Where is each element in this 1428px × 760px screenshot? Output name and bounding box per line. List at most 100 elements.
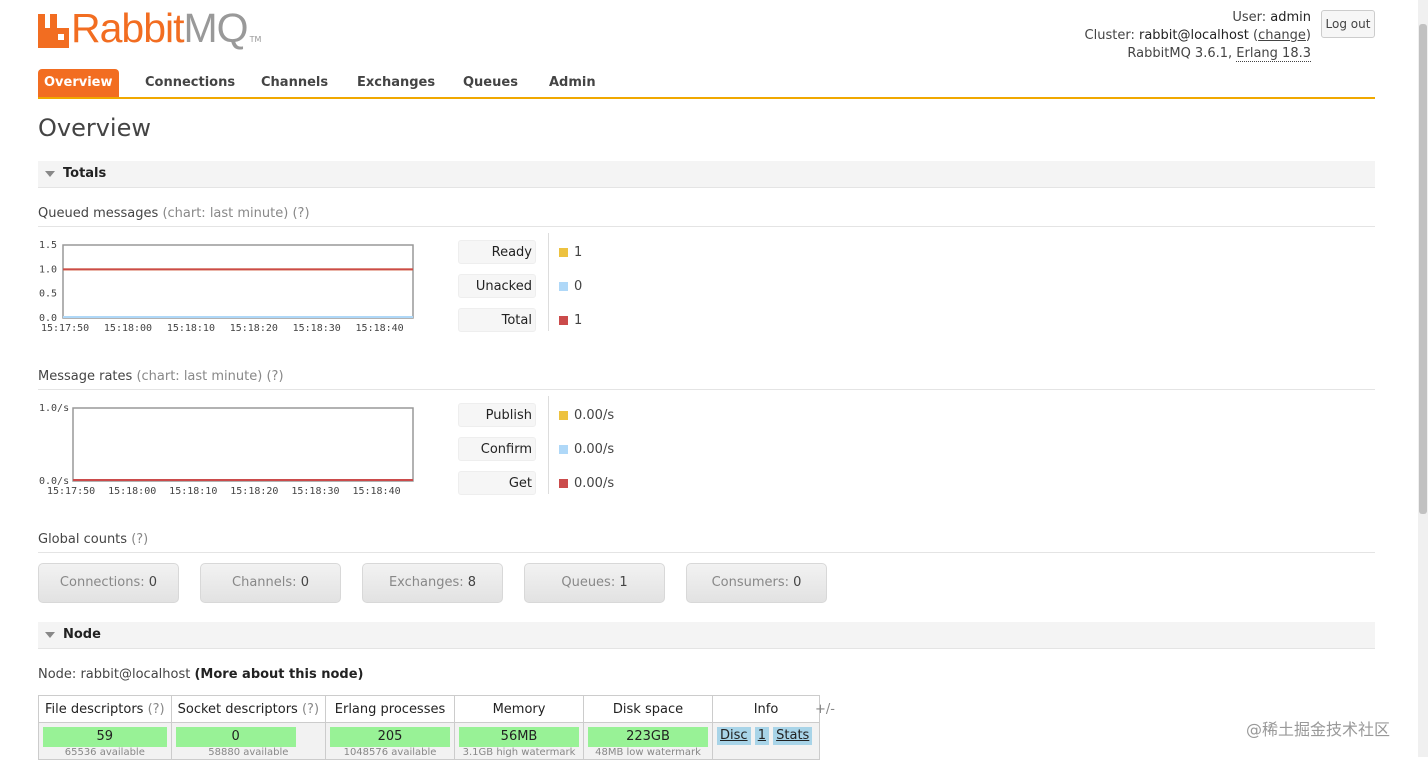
logo-rabbit-text: Rabbit <box>71 5 185 51</box>
scrollbar[interactable] <box>1418 0 1428 757</box>
queued-messages-note: (chart: last minute) <box>162 206 289 221</box>
tab-admin[interactable]: Admin <box>549 69 596 97</box>
scrollbar-thumb[interactable] <box>1419 24 1427 514</box>
tab-queues[interactable]: Queues <box>463 69 518 97</box>
disk-space-bar: 223GB <box>588 727 709 747</box>
x-tick-label: 15:18:30 <box>293 323 341 334</box>
more-about-node-link[interactable]: (More about this node) <box>194 667 363 682</box>
node-label: Node: <box>38 667 77 682</box>
cell-disk-space: 223GB 48MB low watermark <box>583 722 714 760</box>
count-value: 0 <box>793 575 802 590</box>
collapse-triangle-icon <box>45 171 55 177</box>
plot-area <box>62 244 414 319</box>
node-section-toggle[interactable]: Node <box>38 622 1375 649</box>
node-name: rabbit@localhost <box>80 667 191 682</box>
legend-value: 0.00/s <box>574 442 615 457</box>
col-disk-space: Disk space <box>583 695 714 723</box>
queued-messages-help[interactable]: (?) <box>292 206 309 221</box>
x-tick-label: 15:18:30 <box>291 486 339 497</box>
x-tick-label: 15:18:10 <box>167 323 215 334</box>
rabbit-logo-icon <box>38 14 69 48</box>
legend-label: Total <box>458 308 536 332</box>
totals-section-toggle[interactable]: Totals <box>38 161 1375 188</box>
count-label: Exchanges: <box>388 575 464 590</box>
cluster-name: rabbit@localhost <box>1138 28 1249 43</box>
tab-exchanges[interactable]: Exchanges <box>357 69 435 97</box>
count-value: 8 <box>467 575 477 590</box>
col-memory: Memory <box>454 695 585 723</box>
erlang-processes-sub: 1048576 available <box>343 747 437 758</box>
user-label: User: <box>1232 10 1267 25</box>
totals-section-title: Totals <box>63 166 107 181</box>
legend-swatch-unacked <box>559 282 568 291</box>
legend-swatch-publish <box>559 411 568 420</box>
legend-label: Unacked <box>458 274 536 298</box>
cell-memory: 56MB 3.1GB high watermark <box>454 722 585 760</box>
x-tick-label: 15:18:40 <box>352 486 400 497</box>
socket-descriptors-bar: 0 <box>175 727 296 747</box>
erlang-processes-bar: 205 <box>330 727 451 747</box>
count-value: 0 <box>148 575 158 590</box>
rabbitmq-logo: Rabbit MQ TM <box>38 5 262 51</box>
version-text: RabbitMQ 3.6.1, <box>1127 46 1233 61</box>
logo-tm-text: TM <box>249 35 262 44</box>
change-cluster-link[interactable]: change <box>1258 28 1306 43</box>
legend-label: Get <box>458 471 536 495</box>
consumers-count-button[interactable]: Consumers: 0 <box>686 563 827 603</box>
y-tick-label: 1.0/s <box>39 403 69 414</box>
info-count-tag[interactable]: 1 <box>754 727 769 745</box>
channels-count-button[interactable]: Channels: 0 <box>200 563 341 603</box>
count-label: Channels: <box>232 575 297 590</box>
x-tick-label: 15:17:50 <box>47 486 95 497</box>
logout-button[interactable]: Log out <box>1321 10 1375 38</box>
queued-messages-header: Queued messages (chart: last minute) (?) <box>38 206 1375 227</box>
help-link[interactable]: (?) <box>302 702 319 717</box>
logo-mq-text: MQ <box>183 5 249 51</box>
legend-swatch-confirm <box>559 445 568 454</box>
col-label: File descriptors <box>45 701 144 717</box>
memory-sub: 3.1GB high watermark <box>462 747 576 758</box>
count-value: 0 <box>300 575 309 590</box>
col-file-descriptors: File descriptors (?) <box>38 695 172 723</box>
x-tick-label: 15:18:00 <box>108 486 156 497</box>
plot-area <box>72 407 414 482</box>
message-rates-header: Message rates (chart: last minute) (?) <box>38 369 1375 390</box>
legend-label: Confirm <box>458 437 536 461</box>
queued-messages-title: Queued messages <box>38 206 159 221</box>
col-erlang-processes: Erlang processes <box>325 695 456 723</box>
y-tick-label: 1.0 <box>39 264 57 275</box>
disk-space-sub: 48MB low watermark <box>595 747 701 758</box>
global-counts-header: Global counts (?) <box>38 532 1375 553</box>
connections-count-button[interactable]: Connections: 0 <box>38 563 179 603</box>
tab-connections[interactable]: Connections <box>145 69 235 97</box>
legend-value: 1 <box>574 245 583 260</box>
cell-socket-descriptors: 0 58880 available <box>170 722 327 760</box>
legend-swatch-total <box>559 316 568 325</box>
legend-value: 0 <box>574 279 583 294</box>
erlang-version: Erlang 18.3 <box>1236 46 1311 62</box>
legend-swatch-get <box>559 479 568 488</box>
global-counts-help[interactable]: (?) <box>131 532 148 547</box>
exchanges-count-button[interactable]: Exchanges: 8 <box>362 563 503 603</box>
x-tick-label: 15:18:00 <box>104 323 152 334</box>
x-tick-label: 15:18:40 <box>356 323 404 334</box>
info-stats-tag[interactable]: Stats <box>773 727 813 745</box>
message-rates-help[interactable]: (?) <box>266 369 283 384</box>
help-link[interactable]: (?) <box>148 702 165 717</box>
tab-channels[interactable]: Channels <box>261 69 328 97</box>
queues-count-button[interactable]: Queues: 1 <box>524 563 665 603</box>
user-info: User: admin Cluster: rabbit@localhost (c… <box>1084 10 1311 62</box>
info-disc-tag[interactable]: Disc <box>717 727 751 745</box>
node-line: Node: rabbit@localhost (More about this … <box>38 667 364 682</box>
y-tick-label: 1.5 <box>39 240 57 251</box>
watermark-text: @稀土掘金技术社区 <box>1246 720 1391 739</box>
legend-value: 0.00/s <box>574 476 615 491</box>
message-rates-title: Message rates <box>38 369 133 384</box>
main-nav-tabs: Overview Connections Channels Exchanges … <box>38 69 1375 99</box>
legend-value: 1 <box>574 313 583 328</box>
count-label: Connections: <box>59 575 145 590</box>
tab-overview[interactable]: Overview <box>38 69 119 97</box>
table-row: 59 65536 available 0 58880 available 205 10… <box>38 722 821 760</box>
legend-divider <box>548 233 549 331</box>
toggle-columns-button[interactable]: +/- <box>815 702 835 717</box>
